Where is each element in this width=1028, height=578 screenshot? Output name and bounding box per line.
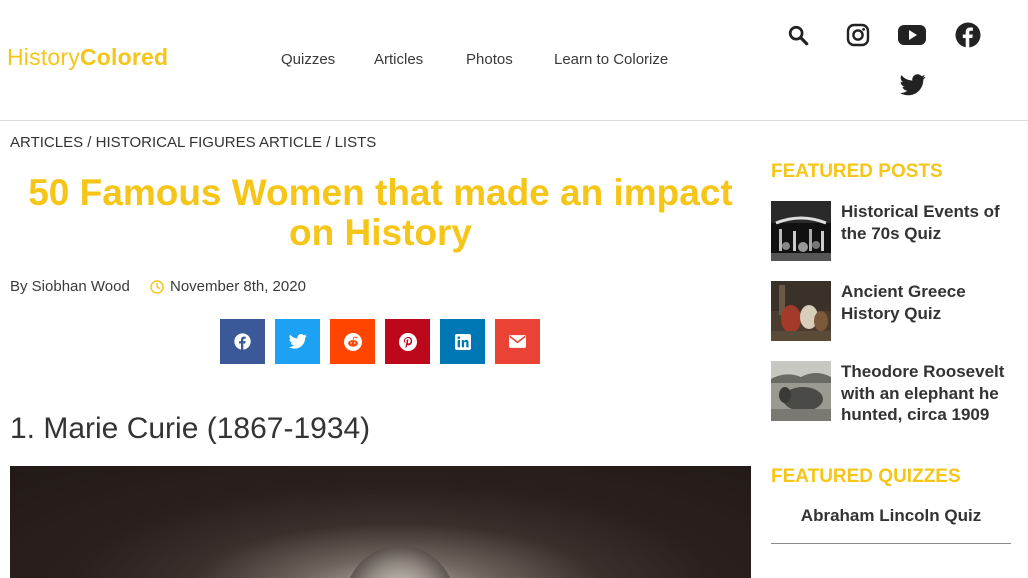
youtube-icon[interactable] [897, 20, 927, 50]
breadcrumb-articles[interactable]: Articles [10, 134, 83, 151]
facebook-icon[interactable] [953, 20, 983, 50]
photo-subject [345, 546, 455, 578]
logo-text-history: History [7, 44, 80, 70]
section-heading: 1. Marie Curie (1867-1934) [10, 412, 371, 445]
share-email-button[interactable] [495, 319, 540, 364]
author-byline[interactable]: By Siobhan Wood [10, 278, 130, 295]
breadcrumb-lists[interactable]: Lists [335, 134, 377, 151]
post-date: November 8th, 2020 [170, 278, 306, 295]
pinterest-icon [398, 332, 417, 351]
site-header: HistoryColored Quizzes Articles Photos L… [0, 0, 1028, 121]
featured-quiz-link[interactable]: Abraham Lincoln Quiz [771, 506, 1011, 526]
nav-item-articles[interactable]: Articles [374, 51, 423, 68]
featured-post-item[interactable]: Theodore Roosevelt with an elephant he h… [771, 361, 1011, 425]
title-line-1: 50 Famous Women that made an impact [28, 172, 733, 213]
post-thumbnail[interactable] [771, 361, 831, 421]
nav-item-photos[interactable]: Photos [466, 51, 513, 68]
breadcrumb-separator: / [83, 134, 96, 151]
post-thumbnail[interactable] [771, 281, 831, 341]
post-title[interactable]: Ancient Greece History Quiz [841, 281, 1011, 324]
featured-posts-heading: FEATURED POSTS [771, 161, 943, 182]
logo-text-colored: Colored [79, 44, 169, 70]
clock-icon [150, 280, 164, 294]
post-thumbnail[interactable] [771, 201, 831, 261]
reddit-icon [343, 332, 362, 351]
share-linkedin-button[interactable] [440, 319, 485, 364]
linkedin-icon [454, 333, 471, 350]
breadcrumb-separator: / [322, 134, 335, 151]
twitter-icon[interactable] [898, 70, 928, 100]
featured-quizzes-heading: FEATURED QUIZZES [771, 466, 961, 487]
article-photo-marie-curie [10, 466, 751, 578]
twitter-icon [288, 334, 307, 349]
share-facebook-button[interactable] [220, 319, 265, 364]
share-twitter-button[interactable] [275, 319, 320, 364]
title-line-2: on History [289, 212, 472, 253]
post-title[interactable]: Historical Events of the 70s Quiz [841, 201, 1011, 244]
page-title: 50 Famous Women that made an impact on H… [10, 173, 751, 253]
featured-post-item[interactable]: Historical Events of the 70s Quiz [771, 201, 1011, 261]
site-logo[interactable]: HistoryColored [7, 44, 168, 71]
share-pinterest-button[interactable] [385, 319, 430, 364]
nav-item-learn-to-colorize[interactable]: Learn to Colorize [554, 51, 668, 68]
nav-item-quizzes[interactable]: Quizzes [281, 51, 335, 68]
divider [771, 543, 1011, 544]
search-icon[interactable] [783, 20, 813, 50]
breadcrumb-historical-figures[interactable]: Historical Figures Article [96, 134, 322, 151]
share-reddit-button[interactable] [330, 319, 375, 364]
facebook-icon [234, 333, 251, 350]
email-icon [509, 335, 526, 348]
featured-post-item[interactable]: Ancient Greece History Quiz [771, 281, 1011, 341]
instagram-icon[interactable] [843, 20, 873, 50]
post-title[interactable]: Theodore Roosevelt with an elephant he h… [841, 361, 1011, 426]
breadcrumb: Articles / Historical Figures Article / … [10, 134, 376, 151]
